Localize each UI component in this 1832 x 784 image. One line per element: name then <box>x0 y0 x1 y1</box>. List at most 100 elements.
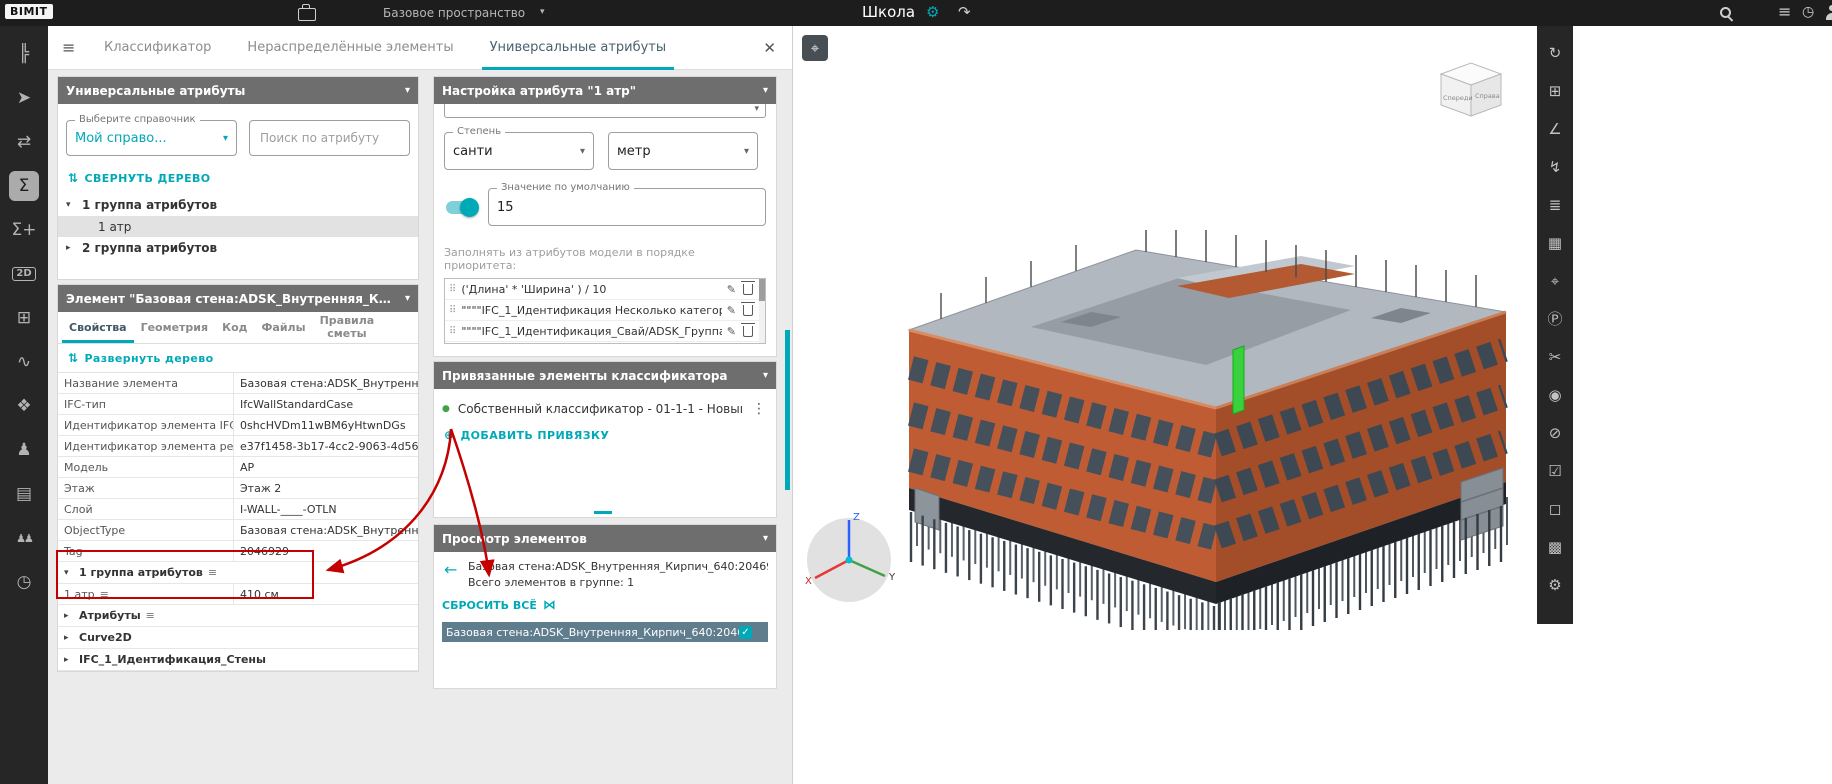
collapsed-group-row[interactable]: ▸Атрибуты≡ <box>58 605 418 627</box>
toggle-knob[interactable] <box>460 198 479 217</box>
fit-view-button[interactable]: ⌖ <box>802 35 828 61</box>
default-value-field[interactable]: Значение по умолчанию 15 <box>488 188 766 226</box>
chevron-down-icon[interactable]: ▾ <box>763 370 768 381</box>
priority-scrollbar-thumb[interactable] <box>759 279 765 301</box>
universal-attributes-header[interactable]: Универсальные атрибуты ▾ <box>58 77 418 104</box>
chevron-down-icon[interactable]: ▾ <box>763 533 768 544</box>
degree-select[interactable]: Степень санти ▾ <box>444 132 594 170</box>
view-2d-tool[interactable]: 2D <box>0 252 48 296</box>
transparency-tool[interactable]: ▩ <box>1537 528 1573 566</box>
zoom-window-tool[interactable]: ⊞ <box>1537 72 1573 110</box>
cube-face-front-label[interactable]: Спереди <box>1443 94 1473 102</box>
select-tool-tool[interactable]: ➤ <box>0 76 48 120</box>
attributes-tool[interactable]: Σ <box>0 164 48 208</box>
tree-caret-icon[interactable]: ▾ <box>64 568 74 578</box>
bound-classifier-header[interactable]: Привязанные элементы классификатора ▾ <box>434 362 776 389</box>
element-tab-properties[interactable]: Свойства <box>62 312 134 343</box>
chevron-down-icon[interactable]: ▾ <box>744 146 749 157</box>
charts-tool[interactable]: ∿ <box>0 340 48 384</box>
classifier-tool[interactable]: ⊞ <box>0 296 48 340</box>
orbit-tool[interactable]: ↻ <box>1537 34 1573 72</box>
team-tool[interactable]: ♟♟ <box>0 516 48 560</box>
frame-tool[interactable]: ◻ <box>1537 490 1573 528</box>
model-structure-tool[interactable]: ╠ <box>0 32 48 76</box>
section-cut-tool[interactable]: ✂ <box>1537 338 1573 376</box>
delete-icon[interactable] <box>743 284 753 295</box>
attribute-group-row[interactable]: ▾1 группа атрибутов≡ <box>58 562 418 584</box>
grid-tool[interactable]: ▦ <box>1537 224 1573 262</box>
drag-handle-icon[interactable]: ⠿ <box>449 284 456 295</box>
panel-scrollbar-thumb[interactable] <box>785 330 790 490</box>
close-panel-button[interactable]: ✕ <box>763 39 776 57</box>
attribute-search-input[interactable] <box>258 130 401 146</box>
search-icon[interactable] <box>1718 5 1734 21</box>
measure-tool[interactable]: ∠ <box>1537 110 1573 148</box>
default-value-toggle[interactable] <box>446 201 476 214</box>
project-settings-icon[interactable]: ⚙ <box>926 3 939 21</box>
edit-icon[interactable]: ✎ <box>727 325 736 338</box>
reference-select[interactable]: Выберите справочник Мой справо... ▾ <box>66 120 237 156</box>
workspace-caret-icon[interactable]: ▾ <box>540 7 545 17</box>
attributes-plus-tool[interactable]: Σ+ <box>0 208 48 252</box>
chevron-down-icon[interactable]: ▾ <box>763 85 768 96</box>
element-tab-code[interactable]: Код <box>215 312 254 343</box>
viewport-settings-tool[interactable]: ⚙ <box>1537 566 1573 604</box>
storeys-tool[interactable]: ≣ <box>1537 186 1573 224</box>
edit-icon[interactable]: ✎ <box>727 283 736 296</box>
element-header[interactable]: Элемент "Базовая стена:ADSK_Внутренняя_К… <box>58 285 418 312</box>
element-tab-geometry[interactable]: Геометрия <box>134 312 216 343</box>
viewport-3d[interactable]: ⌖ <box>792 26 1832 784</box>
drag-handle-icon[interactable]: ⠿ <box>449 305 456 316</box>
cube-face-right-label[interactable]: Справа <box>1475 92 1500 100</box>
plan-view-tool[interactable]: Ⓟ <box>1537 300 1573 338</box>
tree-group[interactable]: ▾1 группа атрибутов <box>58 194 418 216</box>
view-cube[interactable]: Спереди Справа <box>1429 58 1513 124</box>
chevron-down-icon[interactable]: ▾ <box>223 133 228 144</box>
tree-group[interactable]: ▸2 группа атрибутов <box>58 237 418 259</box>
tree-caret-icon[interactable]: ▸ <box>66 243 82 253</box>
tab-universal-attributes[interactable]: Универсальные атрибуты <box>490 26 667 70</box>
priority-item[interactable]: ⠿('Длина' * 'Ширина' ) / 10✎ <box>445 279 765 300</box>
locate-tool[interactable]: ⌖ <box>1537 262 1573 300</box>
edit-icon[interactable]: ✎ <box>727 304 736 317</box>
chevron-down-icon[interactable]: ▾ <box>754 104 759 114</box>
collapsed-group-row[interactable]: ▸Curve2D <box>58 627 418 649</box>
plugins-tool[interactable]: ❖ <box>0 384 48 428</box>
select-filter-tool[interactable]: ☑ <box>1537 452 1573 490</box>
collapsed-group-row[interactable]: ▸IFC_1_Идентификация_Стены <box>58 649 418 671</box>
element-tab-files[interactable]: Файлы <box>255 312 313 343</box>
tree-caret-icon[interactable]: ▸ <box>64 655 74 665</box>
building-model[interactable] <box>881 230 1541 630</box>
expand-tree-button[interactable]: ⇅ Развернуть дерево <box>58 344 418 372</box>
share-icon[interactable]: ↷ <box>958 3 971 21</box>
collapse-tree-button[interactable]: ⇅ СВЕРНУТЬ ДЕРЕВО <box>58 164 418 192</box>
delete-icon[interactable] <box>743 326 753 337</box>
back-arrow-icon[interactable]: ← <box>444 560 457 579</box>
profile-icon[interactable] <box>1824 4 1832 20</box>
attribute-name-field[interactable]: ▾ <box>444 104 766 118</box>
menu-icon[interactable]: ≡ <box>1778 2 1791 21</box>
chevron-down-icon[interactable]: ▾ <box>580 146 585 157</box>
visibility-tool[interactable]: ◉ <box>1537 376 1573 414</box>
chevron-down-icon[interactable]: ▾ <box>405 85 410 96</box>
axes-gizmo[interactable]: X Y Z <box>801 508 901 608</box>
classifier-binding-row[interactable]: ● Собственный классификатор - 01-1-1 - Н… <box>434 389 776 421</box>
chevron-down-icon[interactable]: ▾ <box>405 293 410 304</box>
tree-item[interactable]: 1 атр <box>58 216 418 237</box>
drag-handle-icon[interactable]: ⠿ <box>449 326 456 337</box>
unit-select[interactable]: метр ▾ <box>608 132 758 170</box>
element-tab-estimate-rules[interactable]: Правила сметы <box>313 312 377 343</box>
kebab-menu-icon[interactable]: ⋮ <box>750 401 768 417</box>
history-icon[interactable]: ◷ <box>1802 4 1814 20</box>
user-tool[interactable]: ♟ <box>0 428 48 472</box>
tree-caret-icon[interactable]: ▸ <box>64 633 74 643</box>
explode-tool[interactable]: ↯ <box>1537 148 1573 186</box>
shared-folders-tool[interactable]: ▤ <box>0 472 48 516</box>
tab-unallocated[interactable]: Нераспределённые элементы <box>247 26 453 70</box>
horizontal-scrollbar-thumb[interactable] <box>594 511 612 514</box>
add-binding-button[interactable]: ⊕ ДОБАВИТЬ ПРИВЯЗКУ <box>434 421 776 449</box>
relations-tool[interactable]: ⇄ <box>0 120 48 164</box>
priority-scrollbar[interactable] <box>759 279 765 343</box>
tree-caret-icon[interactable]: ▾ <box>66 200 82 210</box>
tab-classifier[interactable]: Классификатор <box>104 26 211 70</box>
